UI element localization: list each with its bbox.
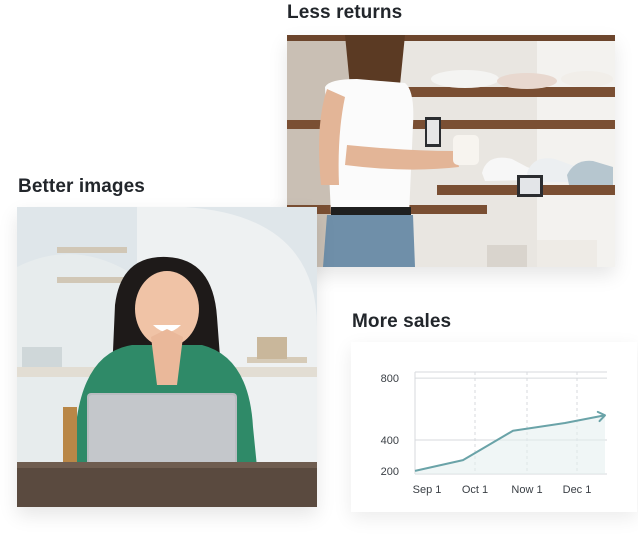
y-tick-label: 800 (381, 373, 399, 385)
x-tick-label: Oct 1 (462, 484, 488, 496)
sales-line-chart: 200 400 800 Sep 1 Oct 1 Now 1 Dec 1 (381, 371, 607, 496)
shoe-store-photo (287, 35, 615, 267)
less-returns-heading: Less returns (287, 2, 403, 23)
sales-chart-card: 200 400 800 Sep 1 Oct 1 Now 1 Dec 1 (351, 342, 637, 512)
more-sales-heading: More sales (352, 311, 452, 332)
woman-laptop-photo (17, 207, 317, 507)
better-images-heading: Better images (18, 176, 145, 197)
x-tick-label: Sep 1 (413, 484, 442, 496)
x-tick-label: Dec 1 (563, 484, 592, 496)
y-tick-label: 400 (381, 435, 399, 447)
y-tick-label: 200 (381, 466, 399, 478)
x-tick-label: Now 1 (511, 484, 542, 496)
